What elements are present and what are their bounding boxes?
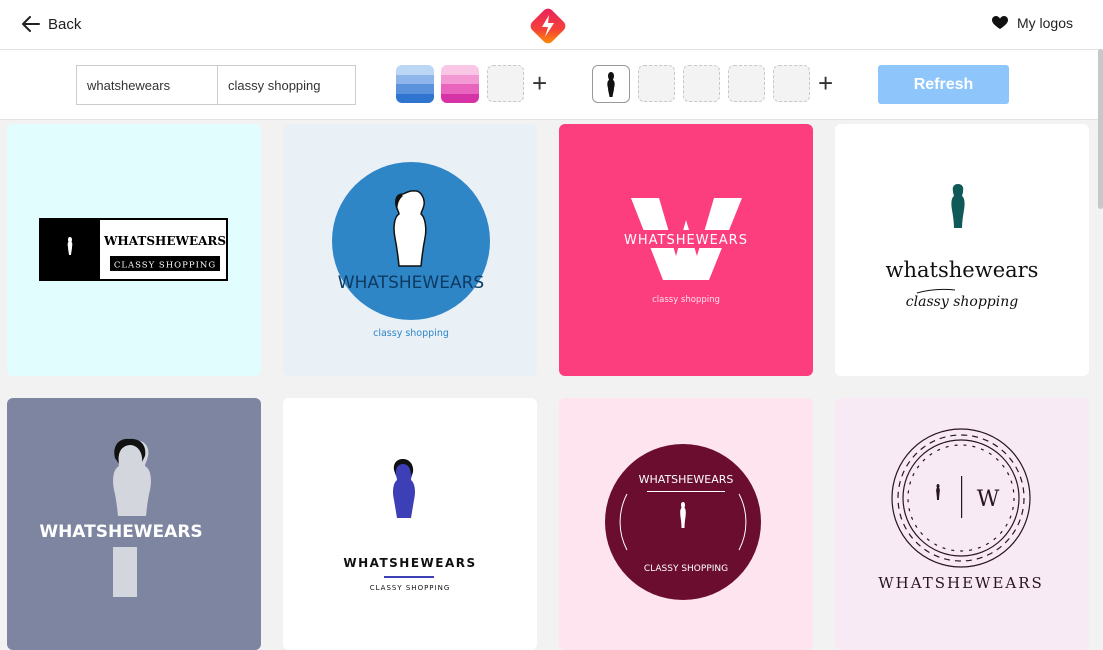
arrow-left-icon	[22, 16, 40, 32]
add-palette-icon[interactable]: +	[532, 70, 547, 96]
logo-card-1[interactable]: WHATSHEWEARS CLASSY SHOPPING	[7, 124, 261, 376]
top-bar: Back My logos	[0, 0, 1103, 50]
company-name-input[interactable]	[77, 66, 218, 104]
logo-tagline: CLASSY SHOPPING	[114, 261, 216, 271]
logo-card-6[interactable]: WHATSHEWEARS CLASSY SHOPPING	[283, 398, 537, 650]
palette-empty-slot[interactable]	[487, 65, 524, 102]
back-label: Back	[48, 15, 82, 33]
my-logos-link[interactable]: My logos	[991, 15, 1073, 31]
selected-icon-slot[interactable]	[592, 65, 630, 103]
logo-name: whatshewears	[886, 258, 1039, 282]
logo-card-4[interactable]: whatshewears classy shopping	[835, 124, 1089, 376]
svg-text:W: W	[977, 487, 1000, 512]
text-fields	[76, 65, 356, 105]
icon-empty-slot-1[interactable]	[638, 65, 675, 102]
editor-toolbar: + + Refresh	[0, 50, 1103, 120]
logo-tagline: CLASSY SHOPPING	[370, 584, 451, 592]
logo-tagline: classy shopping	[373, 328, 449, 339]
card-background	[835, 124, 1089, 376]
logo-name: WHATSHEWEARS	[103, 234, 226, 248]
card-background	[283, 398, 537, 650]
logo-card-7[interactable]: WHATSHEWEARS CLASSY SHOPPING	[559, 398, 813, 650]
slogan-input[interactable]	[218, 66, 356, 104]
logo-name: WHATSHEWEARS	[878, 574, 1044, 592]
logo-tagline: classy shopping	[906, 294, 1018, 310]
refresh-button[interactable]: Refresh	[878, 65, 1009, 104]
palette-pink-swatch[interactable]	[441, 65, 479, 103]
logo-card-5[interactable]: WHATSHEWEARS	[7, 398, 261, 650]
heart-icon	[991, 16, 1008, 29]
logo-name: WHATSHEWEARS	[343, 556, 476, 570]
icon-empty-slot-2[interactable]	[683, 65, 720, 102]
logo-card-8[interactable]: W WHATSHEWEARS	[835, 398, 1089, 650]
logo-card-3[interactable]: WHATSHEWEARS classy shopping	[559, 124, 813, 376]
icon-empty-slot-3[interactable]	[728, 65, 765, 102]
logo-card-2[interactable]: WHATSHEWEARS classy shopping	[283, 124, 537, 376]
logo-tagline: classy shopping	[652, 295, 720, 305]
turbologo-brand-icon[interactable]	[528, 6, 568, 46]
my-logos-label: My logos	[1016, 15, 1073, 31]
logo-name: WHATSHEWEARS	[624, 233, 748, 248]
add-icon-icon[interactable]: +	[818, 70, 833, 96]
logo-tagline: CLASSY SHOPPING	[644, 564, 728, 574]
back-button[interactable]: Back	[22, 13, 81, 35]
scrollbar[interactable]	[1098, 49, 1103, 209]
card-background	[835, 398, 1089, 650]
logo-name: WHATSHEWEARS	[39, 522, 202, 542]
icon-empty-slot-4[interactable]	[773, 65, 810, 102]
logo-name: WHATSHEWEARS	[639, 473, 734, 486]
palette-blue-swatch[interactable]	[396, 65, 434, 103]
logo-name: WHATSHEWEARS	[338, 273, 484, 293]
woman-silhouette-icon	[607, 72, 615, 97]
